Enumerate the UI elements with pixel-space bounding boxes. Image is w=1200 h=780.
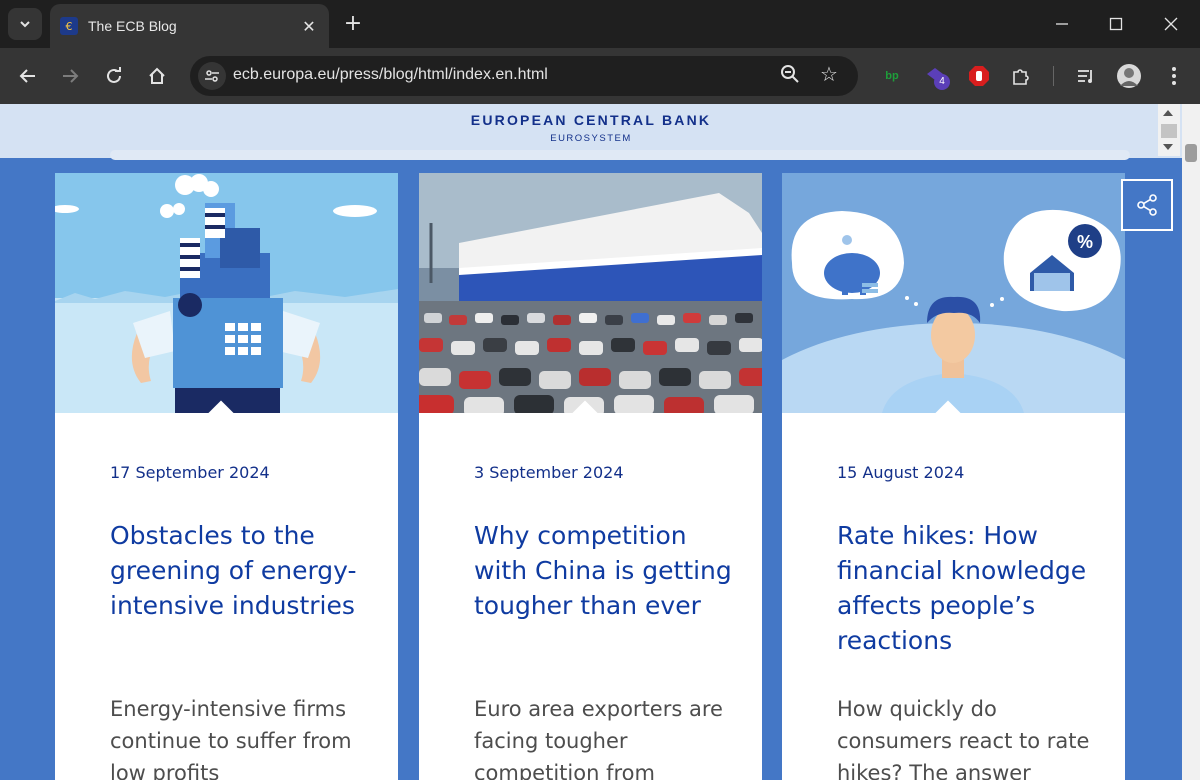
scroll-down-icon[interactable]: [1163, 144, 1173, 150]
header-strip: [110, 150, 1130, 160]
percent-symbol: %: [1077, 232, 1093, 252]
page-scrollbar[interactable]: [1182, 104, 1200, 780]
arrow-left-icon: [19, 69, 35, 83]
tab-title: The ECB Blog: [88, 18, 177, 34]
share-icon: [1137, 194, 1157, 216]
header-scrollbar[interactable]: [1158, 104, 1180, 156]
address-bar[interactable]: ecb.europa.eu/press/blog/html/index.en.h…: [190, 56, 858, 96]
browser-menu-icon[interactable]: [1160, 62, 1188, 90]
card-date: 3 September 2024: [474, 463, 624, 482]
card-illustration-factory: [55, 173, 398, 413]
ecb-favicon-icon: €: [60, 17, 78, 35]
tab-close-icon[interactable]: ✕: [299, 17, 319, 36]
minimize-button[interactable]: [1034, 8, 1090, 40]
reload-button[interactable]: [98, 60, 130, 92]
maximize-button[interactable]: [1088, 8, 1144, 40]
maximize-icon: [1109, 17, 1123, 31]
card-date: 15 August 2024: [837, 463, 965, 482]
new-tab-button[interactable]: +: [340, 12, 366, 38]
extension-badge: 4: [934, 74, 950, 90]
toolbar-separator: [1053, 66, 1054, 86]
extensions-puzzle-icon[interactable]: [1007, 62, 1035, 90]
bp-extension-icon[interactable]: bp: [878, 62, 906, 90]
card-photo-cargo-ship: [419, 173, 762, 413]
blog-card[interactable]: 17 September 2024 Obstacles to the green…: [55, 173, 398, 780]
home-icon: [149, 67, 165, 84]
minimize-icon: [1056, 23, 1068, 25]
share-button[interactable]: [1121, 179, 1173, 231]
blog-card[interactable]: 3 September 2024 Why competition with Ch…: [419, 173, 762, 780]
browser-toolbar: ecb.europa.eu/press/blog/html/index.en.h…: [0, 48, 1200, 104]
tab-strip: € The ECB Blog ✕ +: [0, 0, 1200, 48]
profile-avatar[interactable]: [1115, 62, 1143, 90]
blog-card[interactable]: % 15 August 2024 Rate hikes: How financi…: [782, 173, 1125, 780]
reload-icon: [107, 67, 121, 83]
stop-hand-extension-icon[interactable]: [965, 62, 993, 90]
card-excerpt: Energy-intensive firms continue to suffe…: [110, 697, 352, 780]
bookmark-star-icon[interactable]: ☆: [820, 62, 838, 86]
card-illustration-savings: %: [782, 173, 1125, 413]
scroll-up-icon[interactable]: [1163, 110, 1173, 116]
back-button[interactable]: [12, 60, 44, 92]
close-window-button[interactable]: [1143, 8, 1199, 40]
url-text: ecb.europa.eu/press/blog/html/index.en.h…: [233, 66, 548, 83]
zoom-icon[interactable]: [780, 64, 800, 88]
home-button[interactable]: [141, 60, 173, 92]
card-date: 17 September 2024: [110, 463, 270, 482]
tune-icon: [205, 70, 219, 82]
forward-button[interactable]: [54, 60, 86, 92]
card-title-link[interactable]: Rate hikes: How financial knowledge affe…: [837, 518, 1107, 658]
site-sub: EUROSYSTEM: [550, 133, 632, 144]
web-page: EUROPEAN CENTRAL BANK EUROSYSTEM 17 Sept…: [0, 104, 1182, 780]
page-scroll-thumb[interactable]: [1185, 144, 1197, 162]
card-title-link[interactable]: Why competition with China is getting to…: [474, 518, 744, 623]
media-controls-icon[interactable]: [1072, 62, 1100, 90]
site-name[interactable]: EUROPEAN CENTRAL BANK: [0, 112, 1182, 128]
extension-with-badge-icon[interactable]: 4: [922, 62, 950, 90]
card-excerpt: Euro area exporters are facing tougher c…: [474, 697, 723, 780]
tab-search-button[interactable]: [8, 8, 42, 40]
chevron-down-icon: [20, 21, 30, 28]
close-icon: [1164, 17, 1178, 31]
bp-extension-label: bp: [885, 70, 899, 82]
card-excerpt: How quickly do consumers react to rate h…: [837, 697, 1090, 780]
site-info-button[interactable]: [198, 62, 226, 90]
arrow-right-icon: [63, 69, 79, 83]
card-title-link[interactable]: Obstacles to the greening of energy-inte…: [110, 518, 380, 623]
header-scroll-thumb[interactable]: [1161, 124, 1177, 138]
active-tab[interactable]: € The ECB Blog ✕: [50, 4, 329, 48]
